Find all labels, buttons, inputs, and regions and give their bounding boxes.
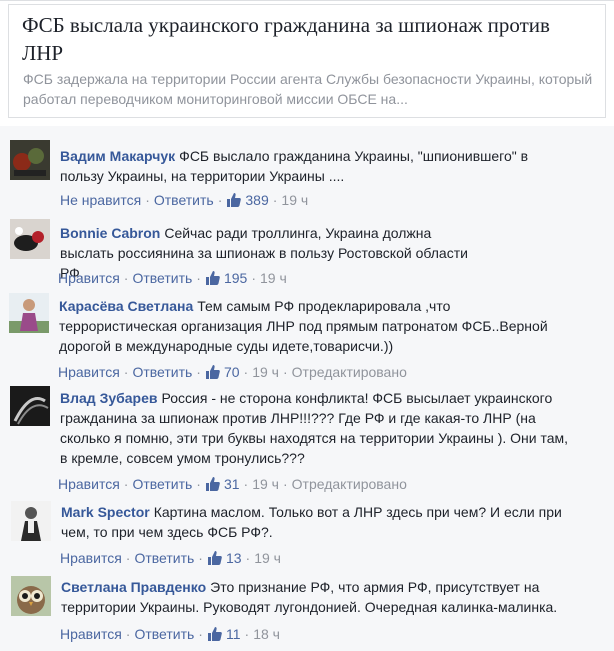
like-button[interactable]: Нравится [60, 550, 122, 566]
article-description: ФСБ задержала на территории России агент… [23, 71, 593, 107]
thumbs-up-icon[interactable] [205, 364, 221, 384]
comment-body: Mark Spector Картина маслом. Только вот а… [61, 502, 571, 542]
reply-button[interactable]: Ответить [134, 550, 194, 566]
comment-actions: Нравится · Ответить · 13 · 19 ч [60, 549, 281, 570]
reply-button[interactable]: Ответить [154, 192, 214, 208]
comment-body: Вадим Макарчук ФСБ выслало гражданина Укр… [60, 146, 560, 186]
article-title[interactable]: ФСБ выслала украинского гражданина за шп… [22, 11, 592, 67]
comment-actions: Не нравится · Ответить · 389 · 19 ч [60, 191, 308, 212]
comment-time[interactable]: 19 ч [260, 270, 287, 286]
like-count[interactable]: 13 [226, 550, 242, 566]
top-divider [0, 0, 614, 1]
avatar[interactable] [10, 140, 50, 180]
like-button[interactable]: Нравится [58, 364, 120, 380]
avatar[interactable] [9, 293, 49, 333]
comment-actions: Нравится · Ответить · 70 · 19 ч · Отредактирован… [58, 363, 407, 384]
like-count[interactable]: 195 [224, 270, 247, 286]
comment-time[interactable]: 19 ч [281, 192, 308, 208]
thumbs-up-icon[interactable] [207, 550, 223, 570]
comment-actions: Нравится · Ответить · 195 · 19 ч [58, 269, 287, 290]
comment-time[interactable]: 18 ч [253, 626, 280, 642]
comment-body: Влад Зубарев Россия - не сторона конфликт… [60, 388, 572, 468]
edited-label[interactable]: Отредактировано [292, 364, 407, 380]
like-count[interactable]: 11 [226, 626, 241, 642]
like-button[interactable]: Нравится [58, 270, 120, 286]
thumbs-up-icon[interactable] [207, 626, 223, 646]
avatar[interactable] [11, 501, 51, 541]
reply-button[interactable]: Ответить [132, 476, 192, 492]
comment-author[interactable]: Вадим Макарчук [60, 148, 175, 164]
reply-button[interactable]: Ответить [134, 626, 194, 642]
avatar[interactable] [11, 576, 51, 616]
like-button[interactable]: Нравится [58, 476, 120, 492]
avatar[interactable] [10, 219, 50, 259]
like-button[interactable]: Не нравится [60, 192, 141, 208]
article-preview-card[interactable]: ФСБ выслала украинского гражданина за шп… [8, 4, 606, 118]
thumbs-up-icon[interactable] [205, 270, 221, 290]
thumbs-up-icon[interactable] [205, 476, 221, 496]
like-count[interactable]: 70 [224, 364, 240, 380]
comment-author[interactable]: Карасёва Светлана [59, 298, 193, 314]
comment-author[interactable]: Bonnie Cabron [60, 225, 160, 241]
avatar[interactable] [10, 386, 50, 426]
thumbs-up-icon[interactable] [226, 192, 242, 212]
comment-body: Карасёва Светлана Тем самым РФ продеклари… [59, 296, 569, 356]
like-count[interactable]: 31 [224, 476, 240, 492]
reply-button[interactable]: Ответить [132, 270, 192, 286]
comment-time[interactable]: 19 ч [254, 550, 281, 566]
comment-actions: Нравится · Ответить · 11 · 18 ч [60, 625, 280, 646]
comment-body: Светлана Правденко Это признание РФ, что … [61, 577, 571, 617]
comment-time[interactable]: 19 ч [252, 476, 279, 492]
comment-time[interactable]: 19 ч [252, 364, 279, 380]
comment-actions: Нравится · Ответить · 31 · 19 ч · Отредактирован… [58, 475, 407, 496]
comment-author[interactable]: Влад Зубарев [60, 390, 158, 406]
reply-button[interactable]: Ответить [132, 364, 192, 380]
like-count[interactable]: 389 [245, 192, 268, 208]
like-button[interactable]: Нравится [60, 626, 122, 642]
comment-author[interactable]: Mark Spector [61, 504, 150, 520]
comment-author[interactable]: Светлана Правденко [61, 579, 206, 595]
edited-label[interactable]: Отредактировано [292, 476, 407, 492]
